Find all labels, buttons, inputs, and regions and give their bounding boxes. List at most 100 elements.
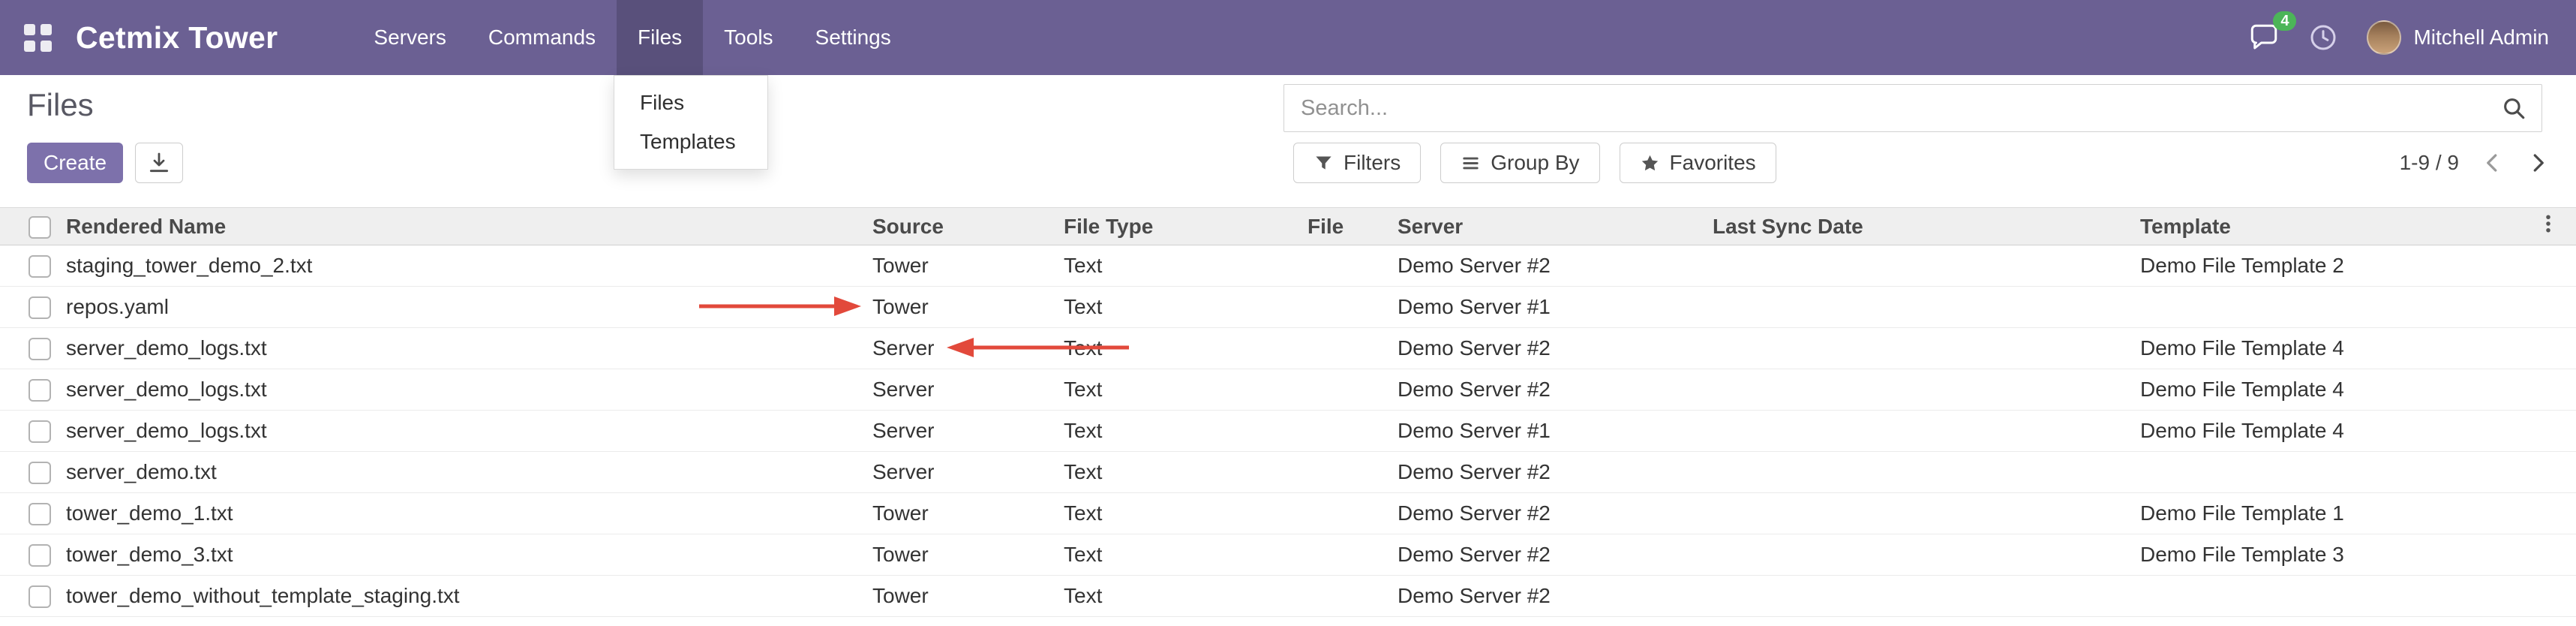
cell-server[interactable]: Demo Server #2 — [1392, 576, 1707, 617]
cell-server[interactable]: Demo Server #1 — [1392, 287, 1707, 328]
table-row[interactable]: server_demo.txt Server Text Demo Server … — [0, 452, 2576, 493]
cell-server[interactable]: Demo Server #2 — [1392, 328, 1707, 369]
search-icon[interactable] — [2501, 95, 2526, 121]
nav-item-files[interactable]: Files — [617, 0, 703, 75]
cell-rendered-name[interactable]: repos.yaml — [60, 287, 866, 328]
cell-source[interactable]: Server — [866, 369, 1058, 411]
col-template[interactable]: Template — [2134, 208, 2520, 245]
cell-template[interactable] — [2134, 287, 2520, 328]
col-last-sync-date[interactable]: Last Sync Date — [1707, 208, 2134, 245]
search-input[interactable] — [1299, 95, 2501, 122]
cell-template[interactable] — [2134, 452, 2520, 493]
cell-rendered-name[interactable]: server_demo_logs.txt — [60, 411, 866, 452]
cell-server[interactable]: Demo Server #1 — [1392, 411, 1707, 452]
table-row[interactable]: repos.yaml Tower Text Demo Server #1 — [0, 287, 2576, 328]
table-row[interactable]: staging_tower_demo_2.txt Tower Text Demo… — [0, 245, 2576, 287]
cell-last-sync-date[interactable] — [1707, 452, 2134, 493]
cell-rendered-name[interactable]: tower_demo_without_template_staging.txt — [60, 576, 866, 617]
cell-source[interactable]: Server — [866, 328, 1058, 369]
cell-server[interactable]: Demo Server #2 — [1392, 534, 1707, 576]
cell-file-type[interactable]: Text — [1058, 452, 1302, 493]
col-source[interactable]: Source — [866, 208, 1058, 245]
cell-file[interactable] — [1302, 245, 1392, 287]
nav-item-settings[interactable]: Settings — [794, 0, 912, 75]
table-row[interactable]: server_demo_logs.txt Server Text Demo Se… — [0, 411, 2576, 452]
cell-template[interactable]: Demo File Template 1 — [2134, 493, 2520, 534]
cell-file-type[interactable]: Text — [1058, 493, 1302, 534]
cell-source[interactable]: Server — [866, 452, 1058, 493]
cell-server[interactable]: Demo Server #2 — [1392, 369, 1707, 411]
cell-last-sync-date[interactable] — [1707, 369, 2134, 411]
activity-button[interactable] — [2308, 23, 2338, 53]
cell-server[interactable]: Demo Server #2 — [1392, 493, 1707, 534]
row-checkbox[interactable] — [29, 255, 51, 278]
select-all-checkbox[interactable] — [29, 216, 51, 239]
table-row[interactable]: tower_demo_without_template_staging.txt … — [0, 576, 2576, 617]
cell-template[interactable]: Demo File Template 3 — [2134, 534, 2520, 576]
cell-file[interactable] — [1302, 576, 1392, 617]
cell-file[interactable] — [1302, 287, 1392, 328]
pager-previous-button[interactable] — [2481, 152, 2504, 174]
col-options-toggle[interactable] — [2520, 208, 2576, 245]
cell-server[interactable]: Demo Server #2 — [1392, 245, 1707, 287]
cell-file[interactable] — [1302, 328, 1392, 369]
download-button[interactable] — [135, 143, 183, 183]
cell-source[interactable]: Tower — [866, 245, 1058, 287]
cell-rendered-name[interactable]: staging_tower_demo_2.txt — [60, 245, 866, 287]
filters-button[interactable]: Filters — [1293, 143, 1421, 183]
cell-file[interactable] — [1302, 534, 1392, 576]
row-checkbox[interactable] — [29, 462, 51, 484]
cell-file-type[interactable]: Text — [1058, 287, 1302, 328]
cell-file-type[interactable]: Text — [1058, 534, 1302, 576]
apps-grid-icon[interactable] — [24, 24, 52, 52]
table-row[interactable]: tower_demo_1.txt Tower Text Demo Server … — [0, 493, 2576, 534]
cell-template[interactable]: Demo File Template 4 — [2134, 411, 2520, 452]
cell-file-type[interactable]: Text — [1058, 328, 1302, 369]
col-file[interactable]: File — [1302, 208, 1392, 245]
group-by-button[interactable]: Group By — [1440, 143, 1599, 183]
cell-last-sync-date[interactable] — [1707, 245, 2134, 287]
cell-file-type[interactable]: Text — [1058, 369, 1302, 411]
cell-rendered-name[interactable]: server_demo_logs.txt — [60, 328, 866, 369]
row-checkbox[interactable] — [29, 338, 51, 360]
col-rendered-name[interactable]: Rendered Name — [60, 208, 866, 245]
cell-rendered-name[interactable]: server_demo.txt — [60, 452, 866, 493]
row-checkbox[interactable] — [29, 296, 51, 319]
cell-file-type[interactable]: Text — [1058, 245, 1302, 287]
cell-template[interactable]: Demo File Template 4 — [2134, 369, 2520, 411]
col-file-type[interactable]: File Type — [1058, 208, 1302, 245]
cell-file-type[interactable]: Text — [1058, 411, 1302, 452]
row-checkbox[interactable] — [29, 420, 51, 443]
messages-button[interactable]: 4 — [2248, 22, 2280, 53]
dropdown-item-templates[interactable]: Templates — [614, 122, 767, 161]
cell-source[interactable]: Server — [866, 411, 1058, 452]
cell-source[interactable]: Tower — [866, 493, 1058, 534]
cell-rendered-name[interactable]: server_demo_logs.txt — [60, 369, 866, 411]
cell-source[interactable]: Tower — [866, 534, 1058, 576]
cell-file[interactable] — [1302, 452, 1392, 493]
create-button[interactable]: Create — [27, 143, 123, 183]
cell-file-type[interactable]: Text — [1058, 576, 1302, 617]
nav-item-tools[interactable]: Tools — [703, 0, 794, 75]
cell-file[interactable] — [1302, 411, 1392, 452]
row-checkbox[interactable] — [29, 503, 51, 525]
cell-template[interactable]: Demo File Template 4 — [2134, 328, 2520, 369]
cell-last-sync-date[interactable] — [1707, 493, 2134, 534]
cell-last-sync-date[interactable] — [1707, 287, 2134, 328]
col-server[interactable]: Server — [1392, 208, 1707, 245]
cell-source[interactable]: Tower — [866, 576, 1058, 617]
row-checkbox[interactable] — [29, 379, 51, 402]
cell-last-sync-date[interactable] — [1707, 411, 2134, 452]
cell-source[interactable]: Tower — [866, 287, 1058, 328]
row-checkbox[interactable] — [29, 544, 51, 567]
favorites-button[interactable]: Favorites — [1620, 143, 1776, 183]
pager-next-button[interactable] — [2526, 152, 2549, 174]
table-row[interactable]: server_demo_logs.txt Server Text Demo Se… — [0, 328, 2576, 369]
cell-server[interactable]: Demo Server #2 — [1392, 452, 1707, 493]
app-brand[interactable]: Cetmix Tower — [76, 20, 278, 56]
cell-last-sync-date[interactable] — [1707, 576, 2134, 617]
dropdown-item-files[interactable]: Files — [614, 83, 767, 122]
cell-template[interactable]: Demo File Template 2 — [2134, 245, 2520, 287]
cell-template[interactable] — [2134, 576, 2520, 617]
cell-last-sync-date[interactable] — [1707, 534, 2134, 576]
